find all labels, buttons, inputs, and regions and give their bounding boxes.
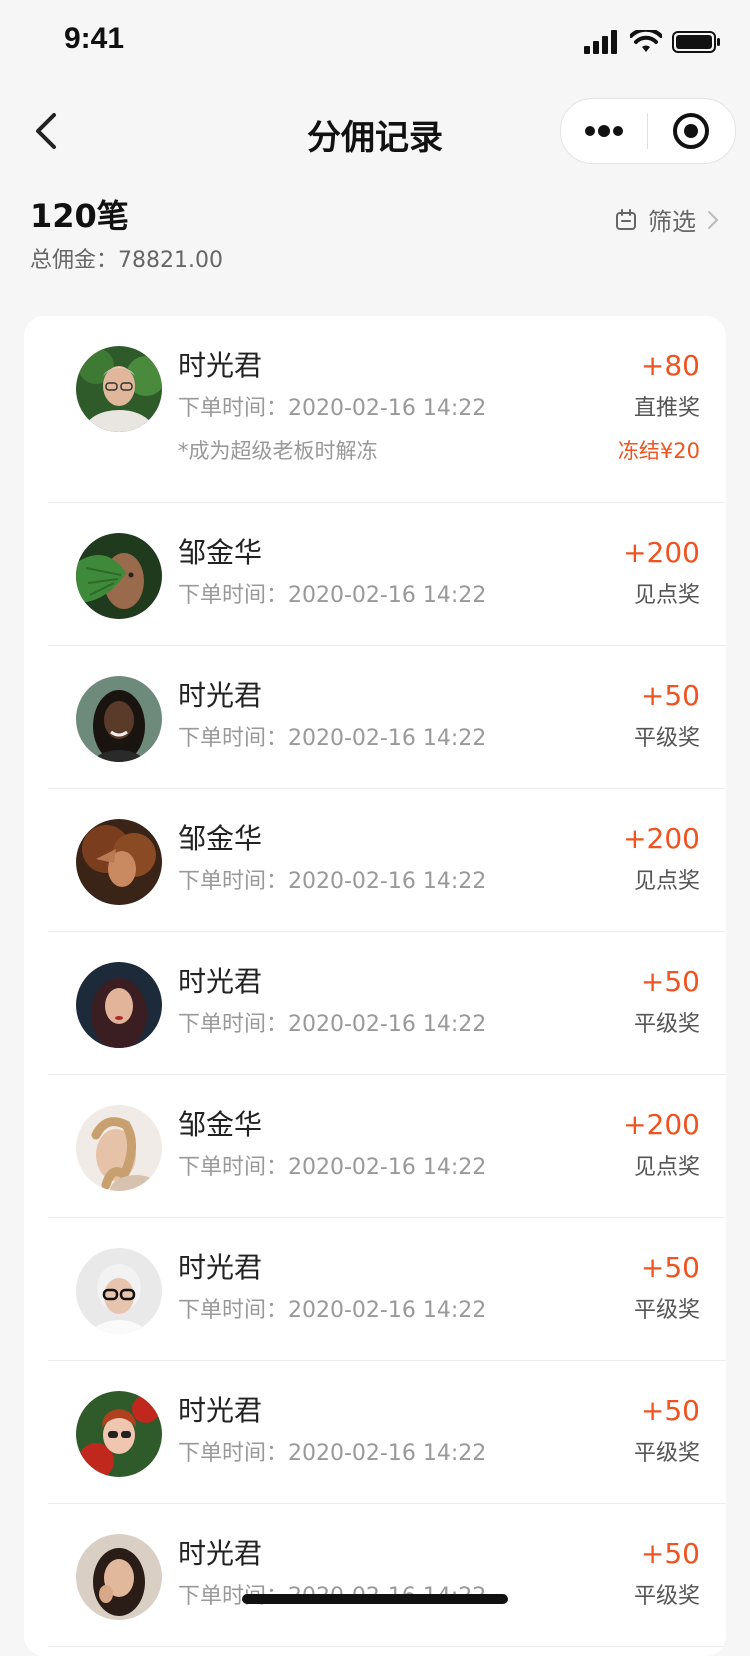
user-name: 邹金华 [178, 536, 263, 569]
order-time: 下单时间：2020-02-16 14:22 [178, 396, 487, 421]
award-type: 见点奖 [633, 1155, 700, 1180]
target-icon [673, 113, 709, 149]
order-time: 下单时间：2020-02-16 14:22 [178, 583, 487, 608]
close-mini-program-button[interactable] [648, 99, 734, 163]
total-commission: 总佣金：78821.00 [30, 248, 223, 273]
more-dots-icon [585, 125, 623, 137]
filter-button[interactable]: 筛选 [614, 202, 720, 237]
battery-icon [672, 31, 720, 53]
commission-list: 时光君 下单时间：2020-02-16 14:22 *成为超级老板时解冻 +80… [24, 316, 726, 1656]
user-name: 时光君 [178, 1537, 263, 1570]
order-time: 下单时间：2020-02-16 14:22 [178, 1441, 487, 1466]
commission-amount: +50 [640, 1394, 700, 1427]
summary-section: 120笔 总佣金：78821.00 筛选 [30, 196, 720, 276]
award-type: 平级奖 [633, 1441, 700, 1466]
avatar [76, 1248, 162, 1334]
commission-amount: +50 [640, 1251, 700, 1284]
avatar [76, 533, 162, 619]
list-item[interactable]: 时光君 下单时间：2020-02-16 14:22 +50 平级奖 [48, 646, 726, 789]
order-time: 下单时间：2020-02-16 14:22 [178, 1298, 487, 1323]
award-type: 见点奖 [633, 583, 700, 608]
list-item[interactable]: 时光君 下单时间：2020-02-16 14:22 +50 平级奖 [48, 932, 726, 1075]
status-icons [584, 30, 722, 54]
user-name: 时光君 [178, 349, 263, 382]
user-name: 时光君 [178, 965, 263, 998]
frozen-amount: 冻结¥20 [617, 439, 700, 463]
avatar [76, 1391, 162, 1477]
wifi-icon [630, 30, 662, 52]
frozen-note: *成为超级老板时解冻 [178, 439, 378, 463]
user-name: 时光君 [178, 1394, 263, 1427]
order-time: 下单时间：2020-02-16 14:22 [178, 1155, 487, 1180]
home-indicator [242, 1594, 508, 1604]
list-item[interactable]: 时光君 下单时间：2020-02-16 14:22 +50 平级奖 [48, 1361, 726, 1504]
list-item[interactable]: 时光君 下单时间：2020-02-16 14:22 +50 平级奖 [48, 1218, 726, 1361]
commission-amount: +50 [640, 679, 700, 712]
list-item[interactable]: 邹金华 下单时间：2020-02-16 14:22 +200 见点奖 [48, 789, 726, 932]
list-item[interactable]: 时光君 下单时间：2020-02-16 14:22 *成为超级老板时解冻 +80… [48, 316, 726, 503]
award-type: 见点奖 [633, 869, 700, 894]
avatar [76, 819, 162, 905]
avatar [76, 346, 162, 432]
user-name: 时光君 [178, 1251, 263, 1284]
avatar [76, 676, 162, 762]
commission-amount: +50 [640, 965, 700, 998]
calendar-icon [616, 208, 636, 230]
award-type: 直推奖 [633, 396, 700, 421]
award-type: 平级奖 [633, 1584, 700, 1609]
more-button[interactable] [561, 99, 647, 163]
nav-bar: 分佣记录 [0, 88, 750, 176]
commission-amount: +80 [640, 349, 700, 382]
chevron-right-icon [708, 210, 719, 229]
list-item[interactable]: 邹金华 下单时间：2020-02-16 14:22 +200 见点奖 [48, 503, 726, 646]
order-time: 下单时间：2020-02-16 14:22 [178, 869, 487, 894]
award-type: 平级奖 [633, 1298, 700, 1323]
avatar [76, 962, 162, 1048]
avatar [76, 1534, 162, 1620]
status-time: 9:41 [64, 22, 125, 55]
award-type: 平级奖 [633, 1012, 700, 1037]
signal-icon [584, 30, 617, 54]
avatar [76, 1105, 162, 1191]
order-time: 下单时间：2020-02-16 14:22 [178, 1012, 487, 1037]
commission-amount: +50 [640, 1537, 700, 1570]
user-name: 邹金华 [178, 1108, 263, 1141]
commission-amount: +200 [623, 822, 700, 855]
filter-label: 筛选 [648, 208, 696, 236]
mini-program-capsule [560, 98, 736, 164]
status-bar: 9:41 [0, 0, 750, 88]
user-name: 时光君 [178, 679, 263, 712]
user-name: 邹金华 [178, 822, 263, 855]
order-time: 下单时间：2020-02-16 14:22 [178, 726, 487, 751]
commission-amount: +200 [623, 1108, 700, 1141]
list-item[interactable]: 邹金华 下单时间：2020-02-16 14:22 +200 见点奖 [48, 1075, 726, 1218]
award-type: 平级奖 [633, 726, 700, 751]
list-item[interactable]: 时光君 下单时间：2020-02-16 14:22 +50 平级奖 [48, 1504, 726, 1647]
commission-amount: +200 [623, 536, 700, 569]
